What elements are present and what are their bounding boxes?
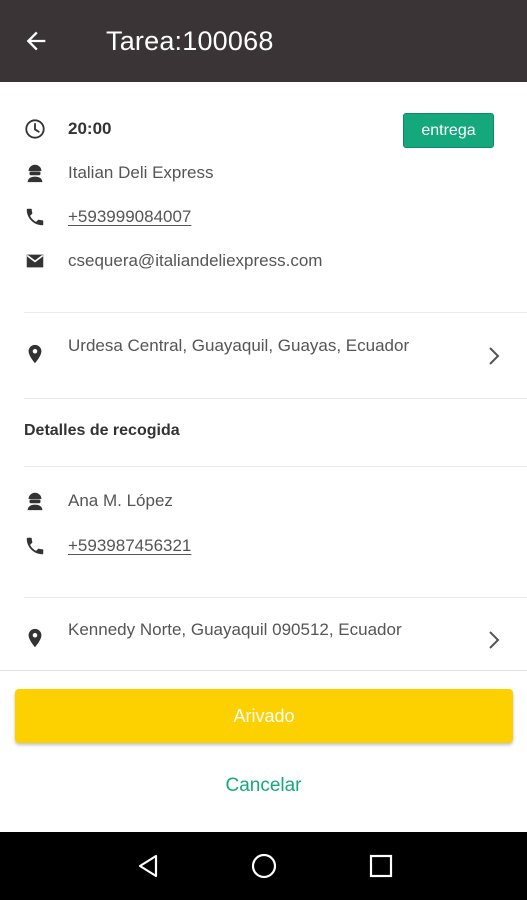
divider (24, 398, 527, 399)
page-title: Tarea:100068 (106, 25, 274, 56)
chevron-right-icon (484, 344, 504, 368)
phone-icon (24, 206, 46, 228)
divider (24, 312, 527, 313)
pickup-section-title: Detalles de recogida (24, 422, 180, 439)
app-bar: Tarea:100068 (0, 0, 527, 82)
customer-email: csequera@italiandeliexpress.com (68, 251, 323, 270)
mail-icon (24, 250, 46, 272)
person-icon (24, 162, 46, 184)
divider (24, 466, 527, 467)
task-time: 20:00 (68, 119, 112, 138)
pickup-phone-row[interactable]: +593987456321 (0, 526, 527, 566)
clock-icon (24, 118, 46, 140)
customer-phone-row[interactable]: +593999084007 (0, 197, 527, 237)
delivery-address-row[interactable]: Urdesa Central, Guayaquil, Guayas, Ecuad… (0, 326, 527, 382)
customer-name: Italian Deli Express (68, 163, 214, 182)
pickup-phone-link[interactable]: +593987456321 (68, 536, 191, 556)
phone-icon (24, 535, 46, 557)
chevron-right-icon (484, 628, 504, 652)
customer-phone-link[interactable]: +593999084007 (68, 207, 191, 227)
back-button[interactable] (0, 0, 76, 82)
task-details: 20:00 entrega Italian Deli Express +5939… (0, 82, 527, 670)
status-badge: entrega (403, 113, 494, 148)
nav-home-icon[interactable] (247, 849, 281, 883)
nav-back-icon[interactable] (131, 849, 165, 883)
nav-recents-icon[interactable] (364, 849, 398, 883)
delivery-address: Urdesa Central, Guayaquil, Guayas, Ecuad… (68, 336, 410, 355)
person-icon (24, 490, 46, 512)
system-nav-bar (0, 832, 527, 900)
cancel-button[interactable]: Cancelar (0, 766, 527, 806)
pickup-address: Kennedy Norte, Guayaquil 090512, Ecuador (68, 620, 402, 639)
pickup-address-row[interactable]: Kennedy Norte, Guayaquil 090512, Ecuador (0, 610, 527, 666)
arrived-button[interactable]: Arivado (15, 689, 513, 743)
arrow-back-icon (26, 31, 46, 51)
pickup-name-row: Ana M. López (0, 481, 527, 521)
location-pin-icon (24, 627, 46, 649)
customer-email-row: csequera@italiandeliexpress.com (0, 241, 527, 281)
action-area: Arivado Cancelar (0, 670, 527, 832)
divider (24, 597, 527, 598)
customer-row: Italian Deli Express (0, 153, 527, 193)
pickup-name: Ana M. López (68, 491, 173, 510)
location-pin-icon (24, 343, 46, 365)
